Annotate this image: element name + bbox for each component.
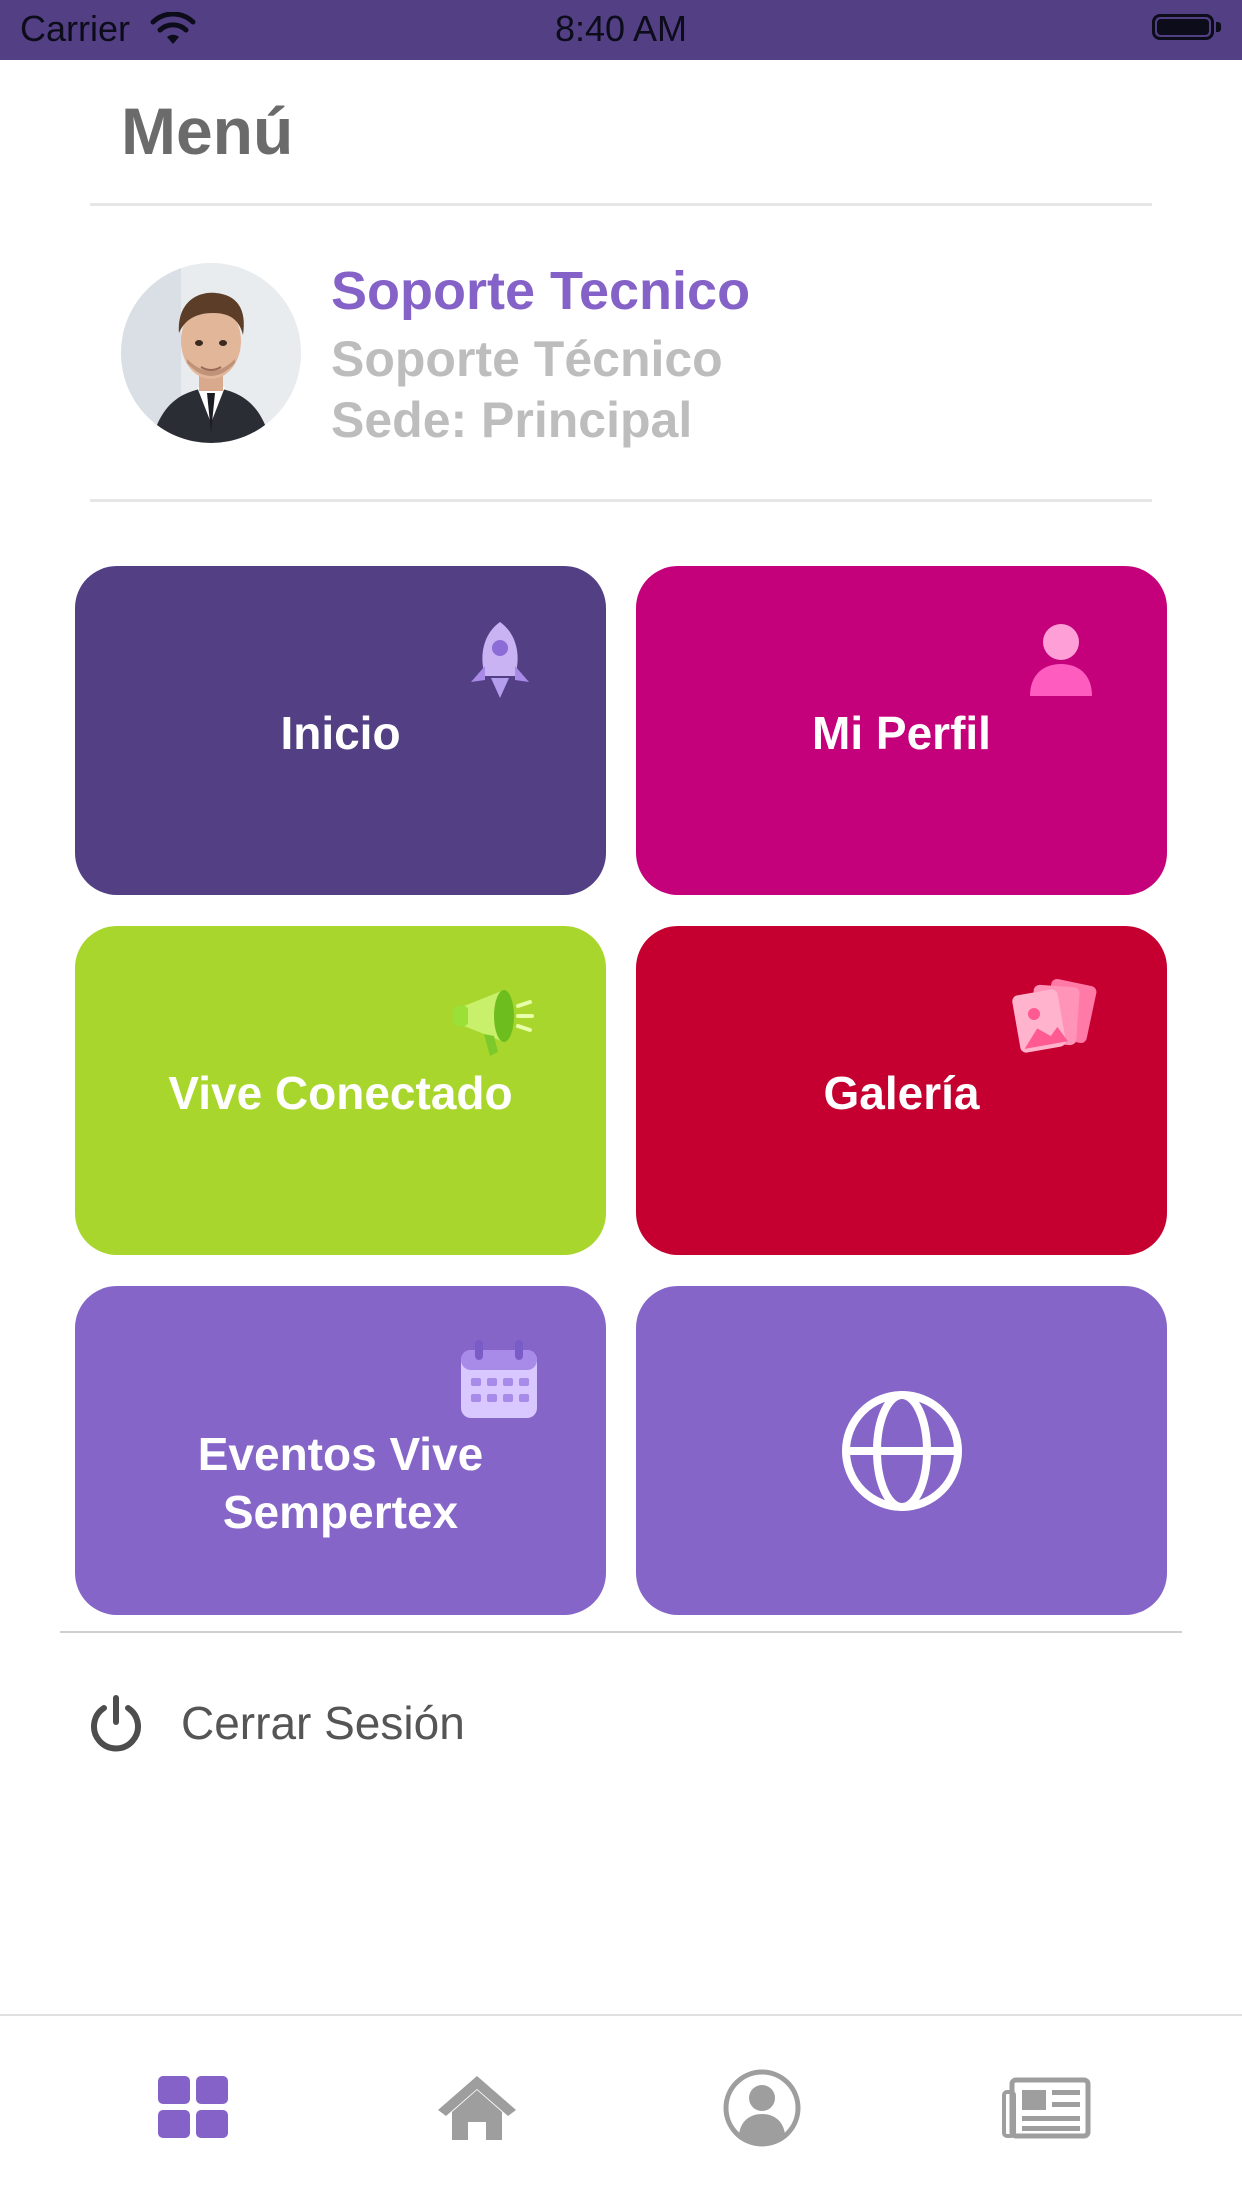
megaphone-icon — [450, 976, 540, 1071]
profile-icon — [707, 2069, 817, 2160]
tile-web[interactable] — [636, 1286, 1167, 1615]
grid-icon — [138, 2076, 248, 2160]
rocket-icon — [455, 616, 545, 711]
tile-galeria-label: Galería — [823, 1067, 980, 1119]
tab-profile[interactable] — [707, 2056, 817, 2156]
photos-icon — [1006, 976, 1106, 1071]
tab-bar — [0, 2014, 1242, 2210]
tab-news[interactable] — [992, 2056, 1102, 2156]
tab-grid[interactable] — [138, 2056, 248, 2156]
profile-name: Soporte Tecnico — [331, 261, 751, 321]
tile-vive-conectado-label: Vive Conectado — [168, 1067, 513, 1119]
logout-button[interactable]: Cerrar Sesión — [88, 1690, 588, 1760]
status-bar: Carrier 8:40 AM — [0, 0, 1242, 60]
tile-eventos-label-line1: Eventos Vive — [197, 1428, 484, 1480]
profile-role: Soporte Técnico — [331, 331, 723, 387]
logout-label: Cerrar Sesión — [181, 1697, 465, 1749]
news-icon — [992, 2077, 1102, 2160]
profile-site: Sede: Principal — [331, 392, 693, 448]
power-icon — [88, 1694, 144, 1757]
tile-inicio-label: Inicio — [280, 707, 401, 759]
calendar-icon — [455, 1336, 545, 1431]
tile-eventos[interactable]: Eventos Vive Sempertex — [75, 1286, 606, 1615]
tile-mi-perfil-label: Mi Perfil — [812, 707, 991, 759]
globe-icon — [841, 1390, 963, 1517]
tile-galeria[interactable]: Galería — [636, 926, 1167, 1255]
tab-home[interactable] — [422, 2056, 532, 2156]
header-divider — [90, 203, 1152, 206]
home-icon — [422, 2076, 532, 2160]
avatar — [121, 263, 301, 443]
page-title: Menú — [121, 94, 294, 168]
tile-vive-conectado[interactable]: Vive Conectado — [75, 926, 606, 1255]
tiles-divider — [60, 1631, 1182, 1633]
tile-mi-perfil[interactable]: Mi Perfil — [636, 566, 1167, 895]
profile-divider — [90, 499, 1152, 502]
clock: 8:40 AM — [554, 8, 688, 49]
tile-eventos-label-line2: Sempertex — [222, 1486, 459, 1538]
tile-inicio[interactable]: Inicio — [75, 566, 606, 895]
person-icon — [1016, 616, 1106, 711]
battery-icon — [1152, 14, 1222, 44]
